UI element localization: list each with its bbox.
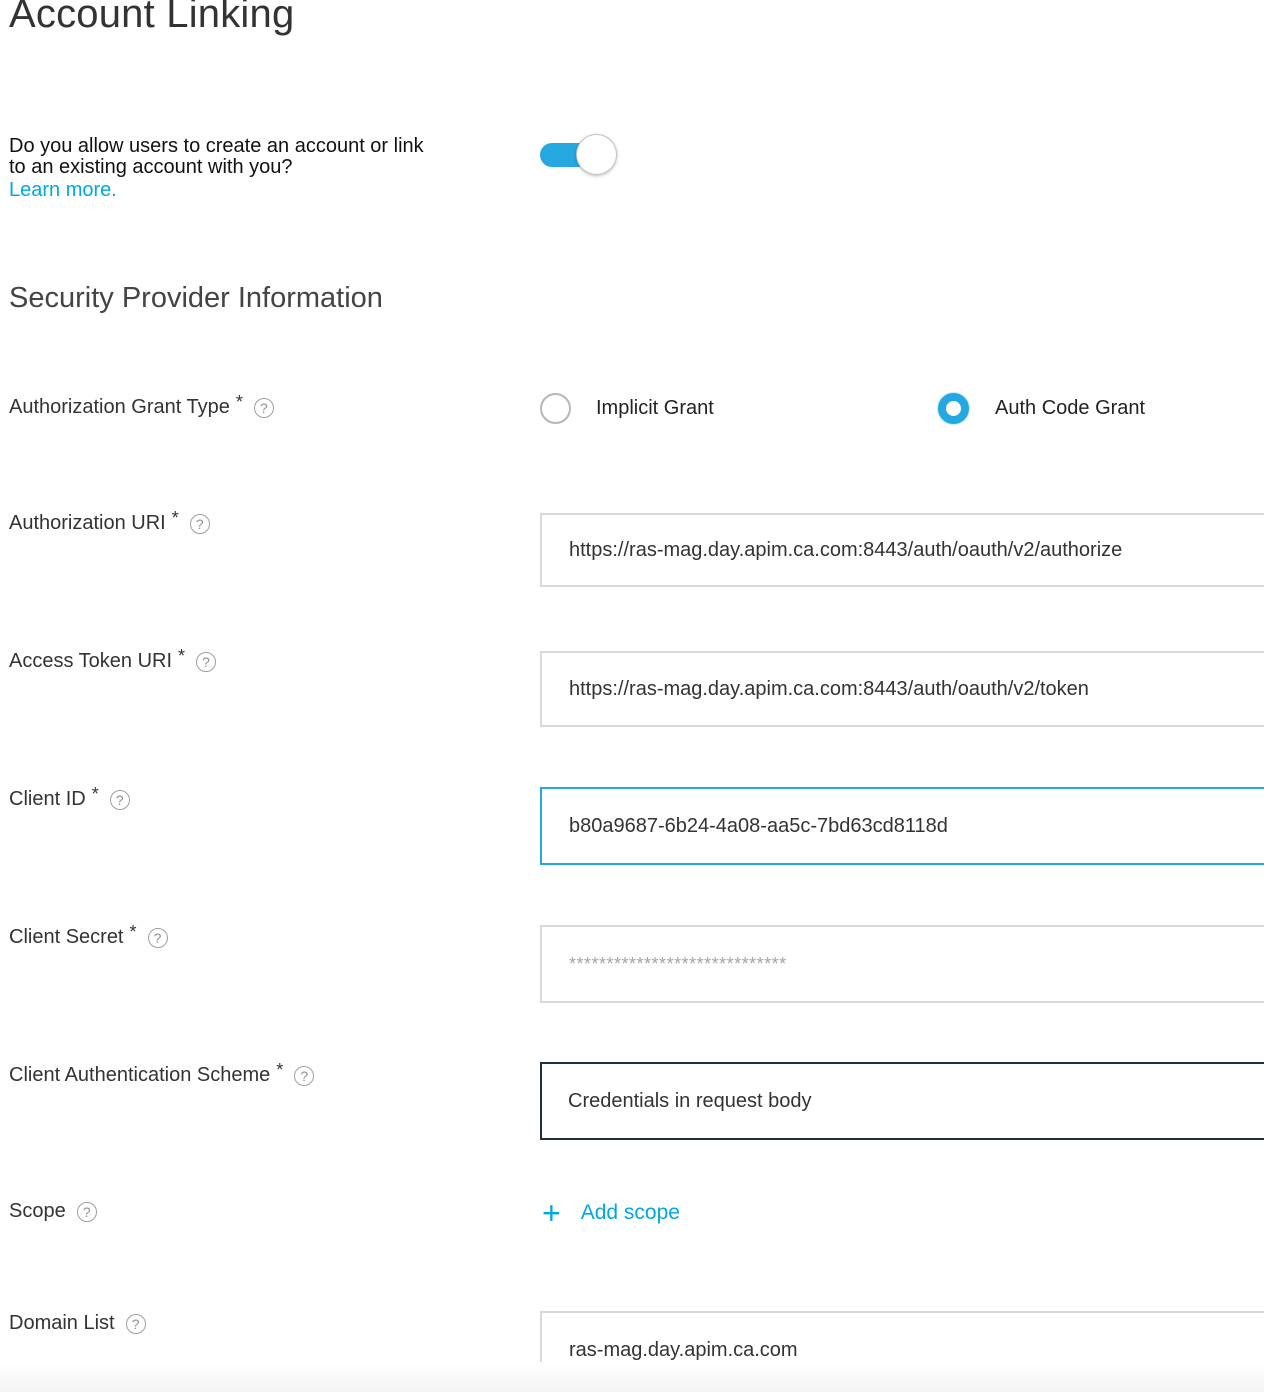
help-icon[interactable]: ? (147, 927, 168, 948)
account-linking-question: Do you allow users to create an account … (9, 136, 439, 201)
scope-label-text: Scope (9, 1200, 66, 1222)
access-token-uri-label-text: Access Token URI (9, 650, 173, 672)
domain-list-value: ras-mag.day.apim.ca.com (569, 1338, 798, 1361)
section-title: Security Provider Information (9, 282, 383, 314)
auth-scheme-selected-value: Credentials in request body (568, 1089, 812, 1112)
required-marker: * (276, 1060, 284, 1080)
learn-more-period: . (111, 179, 117, 201)
radio-label: Auth Code Grant (995, 397, 1146, 419)
add-scope-label: Add scope (580, 1201, 680, 1224)
client-secret-masked-value: ***************************** (569, 953, 787, 974)
auth-scheme-label-text: Client Authentication Scheme (9, 1064, 271, 1086)
authorization-uri-input[interactable]: https://ras-mag.day.apim.ca.com:8443/aut… (540, 513, 1264, 587)
domain-list-label: Domain List ? (9, 1312, 146, 1335)
client-secret-label-text: Client Secret (9, 926, 124, 948)
help-icon[interactable]: ? (253, 397, 274, 418)
help-icon[interactable]: ? (294, 1065, 315, 1086)
bottom-fade (0, 1362, 1264, 1392)
domain-list-label-text: Domain List (9, 1312, 115, 1334)
authorization-uri-label-text: Authorization URI (9, 512, 166, 534)
add-scope-button[interactable]: + Add scope (542, 1197, 680, 1229)
client-secret-label: Client Secret * ? (9, 922, 168, 949)
help-icon[interactable]: ? (109, 789, 130, 810)
access-token-uri-value: https://ras-mag.day.apim.ca.com:8443/aut… (569, 677, 1089, 700)
client-id-value: b80a9687-6b24-4a08-aa5c-7bd63cd8118d (569, 814, 948, 837)
plus-icon: + (542, 1195, 561, 1231)
required-marker: * (171, 508, 179, 528)
radio-checked-icon (938, 393, 969, 424)
client-id-label-text: Client ID (9, 788, 86, 810)
auth-scheme-label: Client Authentication Scheme * ? (9, 1060, 315, 1087)
access-token-uri-label: Access Token URI * ? (9, 646, 217, 673)
client-id-label: Client ID * ? (9, 784, 130, 811)
authorization-uri-label: Authorization URI * ? (9, 508, 210, 535)
help-icon[interactable]: ? (189, 513, 210, 534)
radio-auth-code-grant[interactable]: Auth Code Grant (938, 393, 1145, 424)
page-title: Account Linking (9, 0, 295, 36)
scope-label: Scope ? (9, 1200, 97, 1223)
grant-type-label-text: Authorization Grant Type (9, 396, 230, 418)
learn-more-link[interactable]: Learn more (9, 180, 111, 201)
help-icon[interactable]: ? (196, 651, 217, 672)
account-linking-page: Account Linking Do you allow users to cr… (0, 0, 1264, 1392)
radio-implicit-grant[interactable]: Implicit Grant (540, 393, 714, 424)
client-id-input[interactable]: b80a9687-6b24-4a08-aa5c-7bd63cd8118d (540, 787, 1264, 865)
required-marker: * (91, 784, 99, 804)
grant-type-label: Authorization Grant Type * ? (9, 392, 274, 419)
question-text: Do you allow users to create an account … (9, 135, 424, 178)
radio-unchecked-icon (540, 393, 571, 424)
authorization-uri-value: https://ras-mag.day.apim.ca.com:8443/aut… (569, 538, 1123, 561)
required-marker: * (235, 392, 243, 412)
help-icon[interactable]: ? (76, 1201, 97, 1222)
auth-scheme-select[interactable]: Credentials in request body (540, 1062, 1264, 1140)
required-marker: * (129, 922, 137, 942)
radio-label: Implicit Grant (596, 397, 714, 419)
required-marker: * (178, 646, 186, 666)
client-secret-input[interactable]: ***************************** (540, 925, 1264, 1003)
account-linking-toggle[interactable] (540, 133, 618, 177)
toggle-knob (576, 134, 617, 175)
help-icon[interactable]: ? (125, 1313, 146, 1334)
access-token-uri-input[interactable]: https://ras-mag.day.apim.ca.com:8443/aut… (540, 651, 1264, 727)
